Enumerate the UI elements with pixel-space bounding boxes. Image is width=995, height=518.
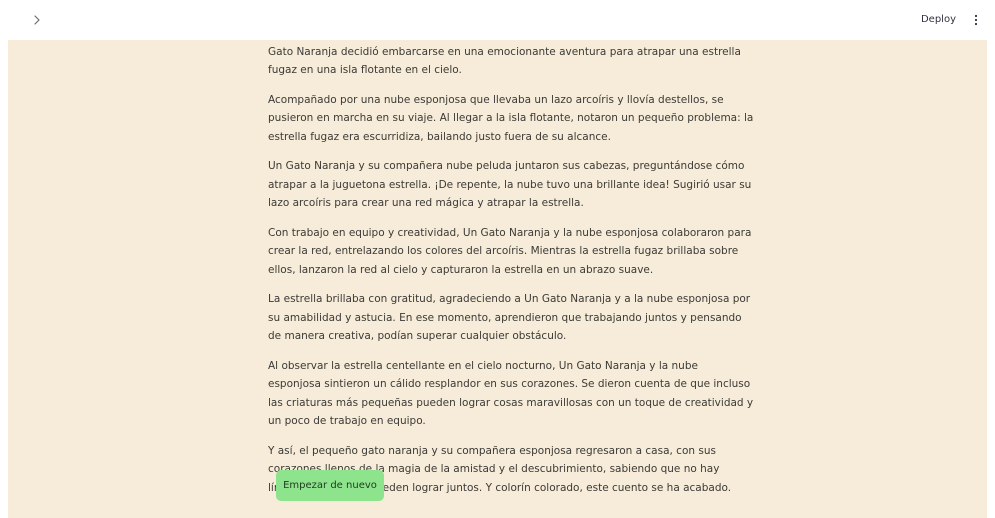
- top-bar: Deploy: [0, 0, 995, 40]
- deploy-button[interactable]: Deploy: [921, 15, 956, 25]
- chevron-right-icon[interactable]: [29, 12, 45, 28]
- story-paragraph: Al observar la estrella centellante en e…: [268, 359, 754, 428]
- story-text: muy cercanos que amistaban como pequeños…: [268, 40, 754, 508]
- story-panel: muy cercanos que amistaban como pequeños…: [8, 40, 987, 518]
- restart-button[interactable]: Empezar de nuevo: [276, 470, 384, 501]
- story-paragraph: La estrella brillaba con gratitud, agrad…: [268, 293, 751, 342]
- story-paragraph: muy cercanos que amistaban como pequeños…: [268, 45, 741, 77]
- story-paragraph: Un Gato Naranja y su compañera nube pelu…: [268, 160, 752, 209]
- story-paragraph: Acompañado por una nube esponjosa que ll…: [268, 93, 754, 143]
- kebab-menu-icon[interactable]: [971, 12, 981, 28]
- story-paragraph: Con trabajo en equipo y creatividad, Un …: [268, 226, 752, 276]
